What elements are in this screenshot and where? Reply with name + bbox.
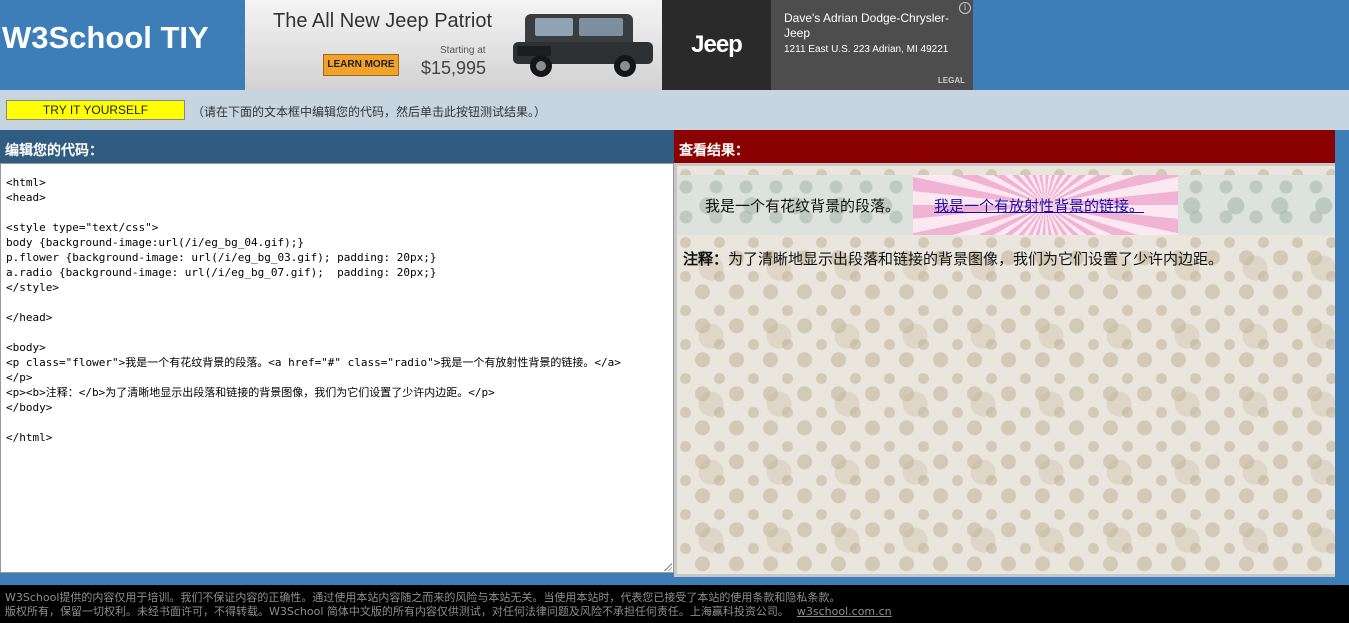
ad-legal-link[interactable]: LEGAL xyxy=(938,76,965,85)
flower-paragraph: 我是一个有花纹背景的段落。 我是一个有放射性背景的链接。 xyxy=(677,175,1337,235)
note-text: 为了清晰地显示出段落和链接的背景图像，我们为它们设置了少许内边距。 xyxy=(728,250,1224,268)
editor-heading: 编辑您的代码： xyxy=(0,130,674,163)
dealer-address: 1211 East U.S. 223 Adrian, MI 49221 xyxy=(784,44,949,55)
jeep-logo[interactable]: Jeep xyxy=(662,0,771,90)
toolbar: TRY IT YOURSELF （请在下面的文本框中编辑您的代码，然后单击此按钮… xyxy=(0,90,1349,130)
note-paragraph: 注释：为了清晰地显示出段落和链接的背景图像，我们为它们设置了少许内边距。 xyxy=(683,248,1223,269)
toolbar-hint: （请在下面的文本框中编辑您的代码，然后单击此按钮测试结果。） xyxy=(192,105,547,119)
car-image xyxy=(513,14,653,77)
ad-starting-label: Starting at xyxy=(440,45,486,56)
site-logo[interactable]: W3School TIY xyxy=(2,20,209,56)
code-content[interactable]: <html> <head> <style type="text/css"> bo… xyxy=(6,175,621,445)
footer-disclaimer: W3School提供的内容仅用于培训。我们不保证内容的正确性。通过使用本站内容随… xyxy=(5,591,841,604)
jeep-brand-text: Jeep xyxy=(691,31,743,58)
ad-price: $15,995 xyxy=(421,58,487,78)
code-editor-textarea[interactable]: <html> <head> <style type="text/css"> bo… xyxy=(0,163,674,573)
right-edge-strip xyxy=(1335,130,1349,585)
radio-background-link[interactable]: 我是一个有放射性背景的链接。 xyxy=(913,175,1178,235)
ad-dealer-panel[interactable]: i Dave's Adrian Dodge-Chrysler-Jeep 1211… xyxy=(771,0,973,90)
advertisement[interactable]: The All New Jeep Patriot LEARN MORE Star… xyxy=(245,0,973,90)
resize-handle-icon[interactable] xyxy=(664,563,672,571)
try-it-yourself-button[interactable]: TRY IT YOURSELF xyxy=(6,100,185,120)
footer-copyright-line: 版权所有，保留一切权利。未经书面许可，不得转载。W3School 简体中文版的所… xyxy=(5,605,1349,619)
flower-paragraph-text: 我是一个有花纹背景的段落。 xyxy=(705,197,901,215)
footer-copyright: 版权所有，保留一切权利。未经书面许可，不得转载。W3School 简体中文版的所… xyxy=(5,605,789,618)
footer-site-link[interactable]: w3school.com.cn xyxy=(797,605,892,618)
result-heading: 查看结果： xyxy=(674,130,1335,163)
ad-title: The All New Jeep Patriot xyxy=(273,10,492,32)
ad-promo-panel[interactable]: The All New Jeep Patriot LEARN MORE Star… xyxy=(245,0,662,90)
result-frame: 我是一个有花纹背景的段落。 我是一个有放射性背景的链接。 注释：为了清晰地显示出… xyxy=(674,163,1340,577)
info-icon[interactable]: i xyxy=(959,2,971,14)
ad-learn-more-button[interactable]: LEARN MORE xyxy=(323,54,399,76)
footer: W3School提供的内容仅用于培训。我们不保证内容的正确性。通过使用本站内容随… xyxy=(0,585,1349,623)
note-label: 注释： xyxy=(683,250,729,268)
dealer-name: Dave's Adrian Dodge-Chrysler-Jeep xyxy=(784,11,950,40)
header: W3School TIY The All New Jeep Patriot LE… xyxy=(0,0,1349,90)
